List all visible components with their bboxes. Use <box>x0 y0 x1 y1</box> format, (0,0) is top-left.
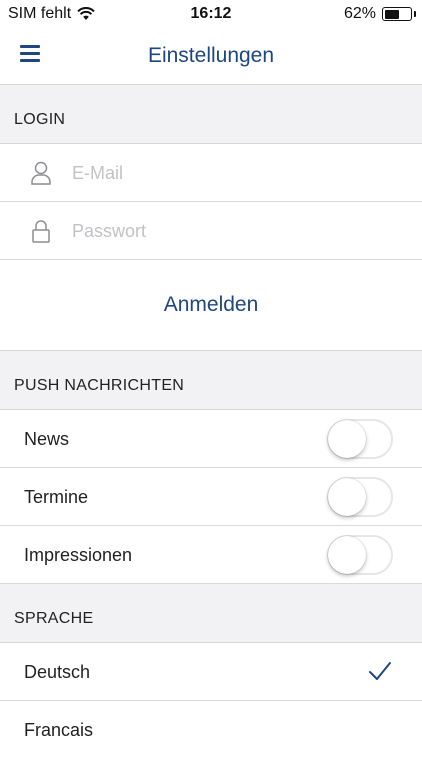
impressionen-toggle[interactable] <box>327 535 393 575</box>
push-label-termine: Termine <box>24 487 89 507</box>
language-label-francais: Francais <box>24 720 94 740</box>
login-button[interactable]: Anmelden <box>0 293 422 317</box>
section-header-label: SPRACHE <box>14 610 94 627</box>
navigation-bar: Einstellungen <box>0 28 422 85</box>
user-icon <box>31 161 51 185</box>
battery-tip <box>413 11 416 17</box>
password-field[interactable] <box>70 216 394 246</box>
section-header-push: PUSH NACHRICHTEN <box>0 350 422 410</box>
page-title: Einstellungen <box>147 44 275 67</box>
news-toggle[interactable] <box>327 419 393 459</box>
battery-percent: 62% <box>343 5 376 22</box>
status-bar: SIM fehlt 16:12 62% <box>0 0 422 28</box>
checkmark-icon <box>369 662 391 680</box>
login-button-row: Anmelden <box>0 259 422 350</box>
section-header-label: PUSH NACHRICHTEN <box>14 377 185 394</box>
push-row-impressionen: Impressionen <box>0 526 422 584</box>
email-field[interactable] <box>70 158 394 188</box>
push-label-news: News <box>24 429 70 449</box>
language-option-deutsch[interactable]: Deutsch <box>0 643 422 701</box>
language-label-deutsch: Deutsch <box>24 662 91 682</box>
lock-icon <box>32 220 50 243</box>
termine-toggle[interactable] <box>327 477 393 517</box>
language-option-francais[interactable]: Francais <box>0 701 422 759</box>
push-row-news: News <box>0 410 422 468</box>
push-row-termine: Termine <box>0 468 422 526</box>
battery-fill <box>384 9 400 19</box>
toggle-knob <box>328 536 366 574</box>
toggle-knob <box>328 420 366 458</box>
section-header-login: LOGIN <box>0 85 422 144</box>
password-row <box>0 202 422 260</box>
push-label-impressionen: Impressionen <box>24 545 133 565</box>
toggle-knob <box>328 478 366 516</box>
status-right: 62% <box>343 5 416 23</box>
email-row <box>0 144 422 202</box>
section-header-label: LOGIN <box>14 111 66 128</box>
battery-icon <box>382 7 416 21</box>
section-header-language: SPRACHE <box>0 584 422 643</box>
